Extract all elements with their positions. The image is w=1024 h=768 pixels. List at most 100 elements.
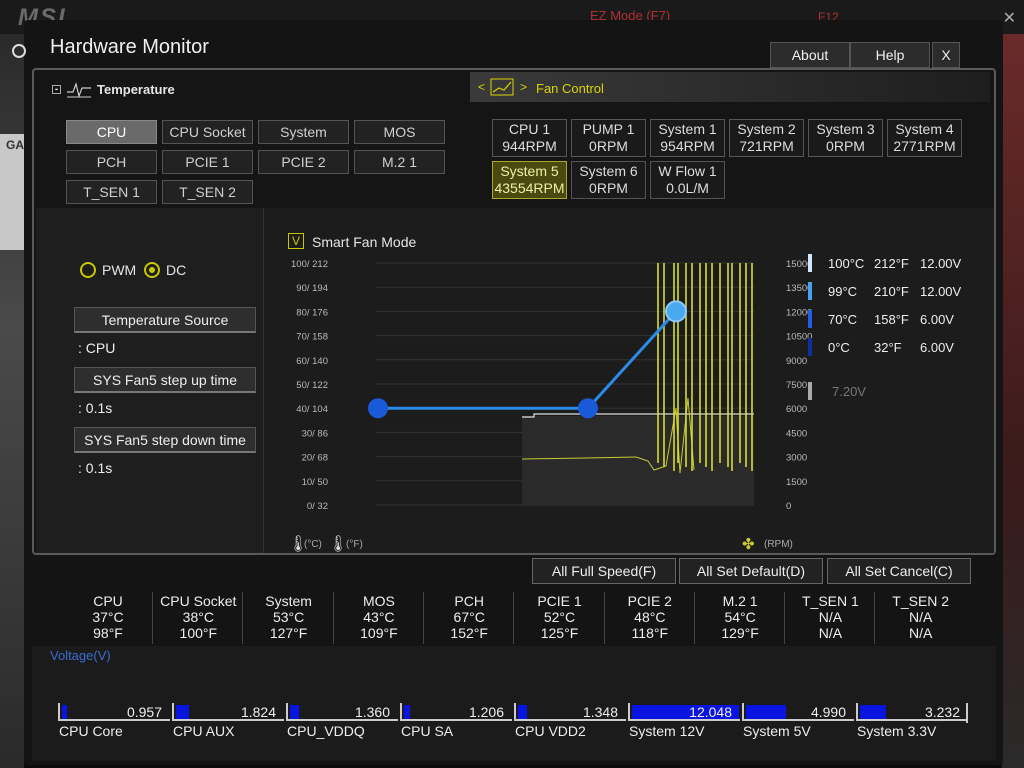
voltage-label: CPU SA xyxy=(401,723,454,739)
temp-c: 67°C xyxy=(453,609,485,625)
sensor-button[interactable]: PCH xyxy=(66,150,157,174)
fan-button[interactable]: System 4 2771RPM xyxy=(887,119,962,157)
fan-name: System 1 xyxy=(658,121,717,137)
fan-rpm: 721RPM xyxy=(739,138,794,154)
voltage-value: 3.232 xyxy=(924,704,960,720)
voltage-bar: 4.990 xyxy=(742,703,854,721)
temp-f: 109°F xyxy=(360,625,398,641)
tab-temperature[interactable]: - Temperature xyxy=(52,80,175,98)
temp-c: N/A xyxy=(818,609,843,625)
voltage-bar: 0.957 xyxy=(58,703,170,721)
y-tick-left: 90/ 194 xyxy=(296,283,328,294)
voltage-bar: 1.360 xyxy=(286,703,398,721)
sensor-button[interactable]: System xyxy=(258,120,349,144)
fan-curve-chart[interactable]: 100/ 212 1500090/ 194 1350080/ 176 1200070/… xyxy=(276,258,836,553)
smart-fan-checkbox[interactable]: V xyxy=(288,233,304,249)
chevron-left-icon[interactable]: < xyxy=(478,80,485,94)
fan-button[interactable]: System 5 43554RPM xyxy=(492,161,567,199)
thermometer-icon: 🌡 xyxy=(328,534,348,553)
sensor-button[interactable]: T_SEN 2 xyxy=(162,180,253,204)
voltage-value: 1.360 xyxy=(354,704,390,720)
fan-rpm: 2771RPM xyxy=(893,138,956,154)
step-down-time-button[interactable]: SYS Fan5 step down time xyxy=(74,427,256,453)
fan-button[interactable]: W Flow 1 0.0L/M xyxy=(650,161,725,199)
temperature-readout: MOS 43°C 109°F xyxy=(334,593,424,641)
fan-options-column: PWM DC Temperature Source : CPU SYS Fan5… xyxy=(36,208,264,553)
chevron-right-icon[interactable]: > xyxy=(520,80,527,94)
voltage-label: CPU Core xyxy=(59,723,123,739)
pwm-radio[interactable]: PWM xyxy=(80,262,136,278)
about-button[interactable]: About xyxy=(770,42,850,68)
temp-name: M.2 1 xyxy=(722,593,758,609)
fan-name: System 3 xyxy=(816,121,875,137)
voltage-value: 4.990 xyxy=(810,704,846,720)
y-tick-left: 10/ 50 xyxy=(302,477,328,488)
fan-button[interactable]: System 2 721RPM xyxy=(729,119,804,157)
legend-v: 6.00V xyxy=(920,312,954,327)
bios-close-icon[interactable]: ✕ xyxy=(1003,8,1016,28)
temp-f: N/A xyxy=(818,625,843,641)
dc-radio[interactable]: DC xyxy=(144,262,186,278)
legend-f: 210°F xyxy=(874,284,909,299)
voltage-bar: 1.824 xyxy=(172,703,284,721)
fan-button[interactable]: System 6 0RPM xyxy=(571,161,646,199)
all-set-default-button[interactable]: All Set Default(D) xyxy=(679,558,823,584)
fan-button[interactable]: System 3 0RPM xyxy=(808,119,883,157)
tab-temperature-label: Temperature xyxy=(97,81,175,97)
window-title: Hardware Monitor xyxy=(50,36,209,58)
temp-f: N/A xyxy=(909,625,933,641)
fan-button[interactable]: System 1 954RPM xyxy=(650,119,725,157)
help-button[interactable]: Help xyxy=(850,42,930,68)
legend-color-bar xyxy=(808,282,812,300)
sensor-button[interactable]: CPU xyxy=(66,120,157,144)
y-tick-left: 0/ 32 xyxy=(307,501,328,512)
voltage-label: System 12V xyxy=(629,723,705,739)
temp-c: 54°C xyxy=(724,609,756,625)
step-up-time-button[interactable]: SYS Fan5 step up time xyxy=(74,367,256,393)
temp-c: 37°C xyxy=(92,609,124,625)
temp-c: 48°C xyxy=(634,609,666,625)
legend-f: 212°F xyxy=(874,256,909,271)
temperature-readout: CPU 37°C 98°F xyxy=(63,593,153,641)
temperature-source-button[interactable]: Temperature Source xyxy=(74,307,256,333)
close-button[interactable]: X xyxy=(932,42,960,68)
y-tick-right: 0 xyxy=(786,501,791,512)
fan-name: PUMP 1 xyxy=(582,121,635,137)
temp-name: T_SEN 2 xyxy=(892,593,950,609)
fan-button[interactable]: PUMP 1 0RPM xyxy=(571,119,646,157)
sensor-button[interactable]: CPU Socket xyxy=(162,120,253,144)
legend-c: 70°C xyxy=(828,312,858,327)
all-set-cancel-button[interactable]: All Set Cancel(C) xyxy=(827,558,971,584)
all-full-speed-button[interactable]: All Full Speed(F) xyxy=(532,558,676,584)
temp-c: 52°C xyxy=(543,609,576,625)
temperature-readout: M.2 1 54°C 129°F xyxy=(695,593,785,641)
temp-name: System xyxy=(265,593,312,609)
temp-f: 118°F xyxy=(631,625,669,641)
sensor-button[interactable]: PCIE 1 xyxy=(162,150,253,174)
voltage-bar: 3.232 xyxy=(856,703,968,721)
tab-fan-control[interactable]: < > Fan Control xyxy=(470,72,990,102)
temp-f: 125°F xyxy=(540,625,579,641)
sensor-button[interactable]: PCIE 2 xyxy=(258,150,349,174)
y-tick-left: 80/ 176 xyxy=(296,307,328,318)
y-tick-left: 30/ 86 xyxy=(302,428,328,439)
voltage-fill xyxy=(176,705,189,719)
curve-point[interactable] xyxy=(578,398,598,419)
temp-name: CPU Socket xyxy=(160,593,237,609)
fan-button[interactable]: CPU 1 944RPM xyxy=(492,119,567,157)
fan-rpm: 0RPM xyxy=(589,180,628,196)
temperature-readout: System 53°C 127°F xyxy=(244,593,334,641)
legend-color-bar xyxy=(808,338,812,356)
curve-point[interactable] xyxy=(368,398,388,419)
voltage-fill xyxy=(290,705,299,719)
fan-name: System 2 xyxy=(737,121,796,137)
temperature-source-value: : CPU xyxy=(78,340,116,356)
curve-point[interactable] xyxy=(665,300,687,323)
sensor-button[interactable]: MOS xyxy=(354,120,445,144)
power-icon xyxy=(12,44,26,58)
temp-f: 129°F xyxy=(721,625,759,641)
y-tick-right: 9000 xyxy=(786,356,807,367)
fan-settings-area: PWM DC Temperature Source : CPU SYS Fan5… xyxy=(36,208,994,553)
sensor-button[interactable]: T_SEN 1 xyxy=(66,180,157,204)
sensor-button[interactable]: M.2 1 xyxy=(354,150,445,174)
